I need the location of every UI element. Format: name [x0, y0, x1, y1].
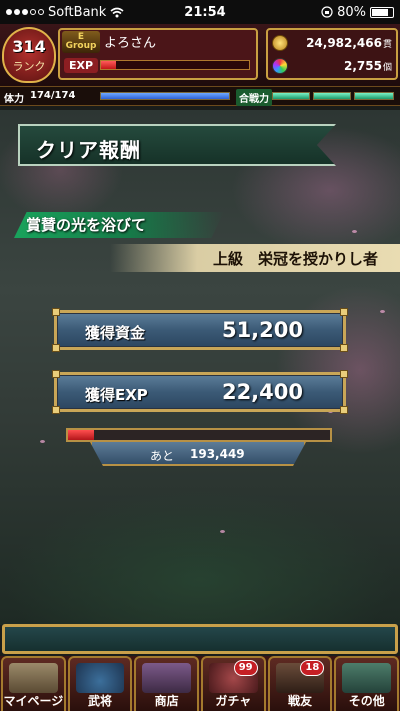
gold-unit: 貫: [382, 39, 392, 50]
tab-label: マイページ: [3, 694, 64, 708]
coin-icon: [272, 35, 288, 51]
group-text: Group: [65, 41, 97, 51]
status-bar: SoftBank 21:54 80%: [0, 0, 400, 24]
gem-row: 2,755 個: [268, 55, 396, 77]
panel-corner: [340, 344, 348, 352]
tab-friends[interactable]: 18 戦友: [267, 656, 333, 711]
status-right: 80%: [264, 5, 394, 20]
tab-warlords[interactable]: 武将: [67, 656, 133, 711]
panel-corner: [52, 406, 60, 414]
tab-gacha[interactable]: 99 ガチャ: [201, 656, 266, 711]
shop-icon: [142, 663, 192, 693]
funds-reward-panel: 獲得資金 51,200: [52, 308, 348, 352]
clock: 21:54: [184, 4, 226, 20]
panel-corner: [52, 344, 60, 352]
petal: [220, 530, 225, 533]
battery-percent: 80%: [337, 4, 366, 20]
next-level-bar-fill: [68, 430, 95, 440]
battery-icon: [370, 6, 394, 18]
title-banner: クリア報酬: [18, 124, 336, 166]
subtitle: 賞賛の光を浴びて: [26, 216, 147, 234]
exp-bar: [100, 60, 250, 70]
page-title: クリア報酬: [36, 138, 141, 162]
exp-gain-label: 獲得EXP: [85, 386, 148, 404]
panel-corner: [340, 308, 348, 316]
other-icon: [342, 663, 392, 693]
home-icon: [9, 663, 58, 693]
tab-mypage[interactable]: マイページ: [1, 656, 66, 711]
exp-reward-panel: 獲得EXP 22,400: [52, 370, 348, 414]
stamina-bar-fill: [101, 93, 229, 99]
power-label: 合戦力: [236, 89, 272, 106]
tab-shop[interactable]: 商店: [134, 656, 200, 711]
status-left: SoftBank: [6, 5, 146, 20]
user-panel[interactable]: E Group よろさん EXP: [58, 28, 258, 80]
next-level-prefix: あと: [150, 449, 175, 463]
power-segment: [313, 92, 351, 100]
gem-unit: 個: [382, 62, 392, 73]
gold-row: 24,982,466 貫: [268, 32, 396, 54]
tab-label: 商店: [154, 694, 179, 708]
rotation-lock-icon: [321, 6, 333, 18]
petal: [40, 440, 45, 443]
panel-corner: [340, 406, 348, 414]
rank-number: 314: [12, 37, 46, 56]
warlord-icon: [75, 663, 125, 693]
exp-gain-value: 22,400: [221, 380, 303, 404]
bottom-nav: マイページ 武将 商店 99 ガチャ 18 戦友 その他: [0, 656, 400, 711]
currency-panel[interactable]: 24,982,466 貫 2,755 個: [266, 28, 398, 80]
message-bar[interactable]: [2, 624, 398, 654]
wifi-icon: [110, 7, 124, 17]
petal: [352, 230, 357, 233]
username: よろさん: [104, 36, 157, 51]
power-segment: [354, 92, 394, 100]
friends-count-badge: 18: [300, 660, 325, 676]
gem-icon: [272, 58, 288, 74]
tab-label: ガチャ: [215, 694, 252, 708]
next-level-remaining: 193,449: [190, 447, 245, 461]
funds-value: 51,200: [221, 318, 303, 342]
rank-label: ランク: [12, 60, 46, 73]
panel-corner: [340, 370, 348, 378]
panel-corner: [52, 308, 60, 316]
petal: [380, 310, 385, 313]
gem-amount: 2,755: [344, 59, 382, 73]
background-scene: [0, 110, 400, 625]
player-header: 314 ランク E Group よろさん EXP 24,982,466 貫 2,…: [0, 24, 400, 86]
tab-label: その他: [348, 694, 385, 708]
power-segment: [272, 92, 310, 100]
panel-corner: [52, 370, 60, 378]
stamina-row: 体力 174/174 合戦力: [0, 86, 400, 106]
achievement-title: 上級 栄冠を授かりし者: [212, 250, 378, 268]
tab-label: 戦友: [288, 694, 313, 708]
funds-label: 獲得資金: [85, 324, 146, 342]
group-badge: E Group: [62, 31, 100, 53]
tab-label: 武将: [88, 694, 113, 708]
exp-label: EXP: [64, 58, 99, 73]
exp-bar-fill: [101, 61, 116, 69]
carrier-name: SoftBank: [48, 4, 107, 20]
gacha-count-badge: 99: [233, 660, 258, 676]
signal-strength-icon: [6, 9, 44, 15]
gold-amount: 24,982,466: [306, 36, 382, 50]
stamina-bar: [100, 92, 230, 100]
stamina-label: 体力: [4, 94, 24, 105]
stamina-value: 174/174: [30, 90, 76, 101]
rank-badge[interactable]: 314 ランク: [2, 27, 56, 83]
next-level-bar: [66, 428, 332, 442]
tab-other[interactable]: その他: [334, 656, 400, 711]
